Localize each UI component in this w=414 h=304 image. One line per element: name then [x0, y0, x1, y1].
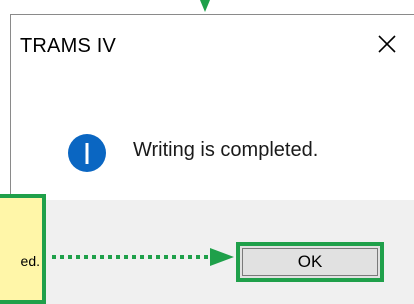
close-icon: [378, 35, 396, 53]
dialog-message: Writing is completed.: [133, 139, 319, 161]
annotation-callout: ed.: [0, 194, 46, 304]
annotation-arrow-down-icon: [200, 0, 210, 12]
screenshot-canvas: TRAMS IV Writing is completed. ed. OK: [0, 0, 414, 304]
close-button[interactable]: [376, 33, 398, 55]
callout-text: ed.: [20, 253, 40, 269]
ok-button[interactable]: OK: [236, 242, 384, 282]
info-icon: [68, 134, 106, 172]
ok-button-label: OK: [242, 248, 378, 276]
annotation-dotted-arrow-icon: [52, 248, 234, 266]
dialog-title: TRAMS IV: [20, 35, 117, 57]
